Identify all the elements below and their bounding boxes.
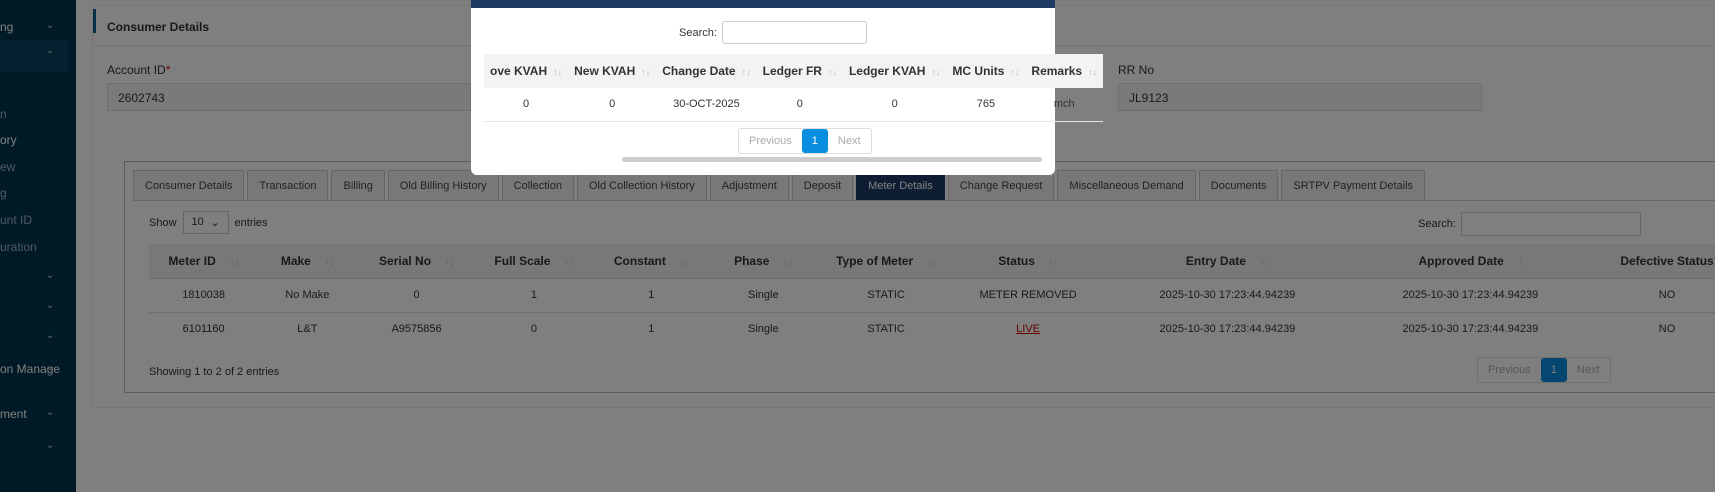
modal-column-header[interactable]: Change Date ↑↓: [656, 54, 757, 88]
table-cell: 0: [756, 88, 843, 122]
meter-change-modal: Search: ove KVAH ↑↓ New KVAH ↑↓ Change Date ↑…: [471, 0, 1104, 175]
sort-icon: ↑↓: [1088, 67, 1098, 77]
modal-page-1-button[interactable]: 1: [801, 129, 828, 153]
modal-next-button[interactable]: Next: [828, 129, 871, 153]
modal-search-label: Search:: [679, 26, 717, 39]
modal-search: Search:: [679, 21, 867, 44]
sort-icon: ↑↓: [553, 67, 563, 77]
sort-icon: ↑↓: [1010, 67, 1020, 77]
sort-icon: ↑↓: [741, 67, 751, 77]
column-header-label: ove KVAH: [490, 64, 548, 78]
column-header-label: Remarks: [1031, 64, 1083, 78]
table-cell: 765: [946, 88, 1026, 122]
table-cell: 30-OCT-2025: [656, 88, 757, 122]
modal-column-header[interactable]: Ledger KVAH ↑↓: [842, 54, 947, 88]
horizontal-scrollbar[interactable]: [622, 157, 1042, 162]
modal-column-header[interactable]: Ledger FR ↑↓: [756, 54, 843, 88]
table-row: 0 0 30-OCT-2025 0 0 765 mch: [484, 88, 1104, 122]
table-cell: 0: [842, 88, 947, 122]
table-cell: 0: [568, 88, 657, 122]
modal-pagination: Previous 1 Next: [738, 128, 872, 154]
modal-table: ove KVAH ↑↓ New KVAH ↑↓ Change Date ↑↓ Ledger …: [484, 54, 1104, 122]
column-header-label: MC Units: [952, 64, 1005, 78]
modal-column-header[interactable]: MC Units ↑↓: [946, 54, 1026, 88]
modal-previous-button[interactable]: Previous: [739, 129, 802, 153]
column-header-label: Ledger KVAH: [848, 64, 926, 78]
sort-icon: ↑↓: [931, 67, 941, 77]
table-cell: mch: [1025, 88, 1104, 122]
modal-column-header[interactable]: Remarks ↑↓: [1025, 54, 1104, 88]
table-cell: 0: [484, 88, 569, 122]
column-header-label: Change Date: [662, 64, 736, 78]
sort-icon: ↑↓: [641, 67, 651, 77]
modal-column-header[interactable]: New KVAH ↑↓: [568, 54, 657, 88]
column-header-label: Ledger FR: [762, 64, 822, 78]
sort-icon: ↑↓: [827, 67, 837, 77]
column-header-label: New KVAH: [574, 64, 636, 78]
modal-column-header[interactable]: ove KVAH ↑↓: [484, 54, 569, 88]
modal-search-input[interactable]: [721, 21, 867, 44]
